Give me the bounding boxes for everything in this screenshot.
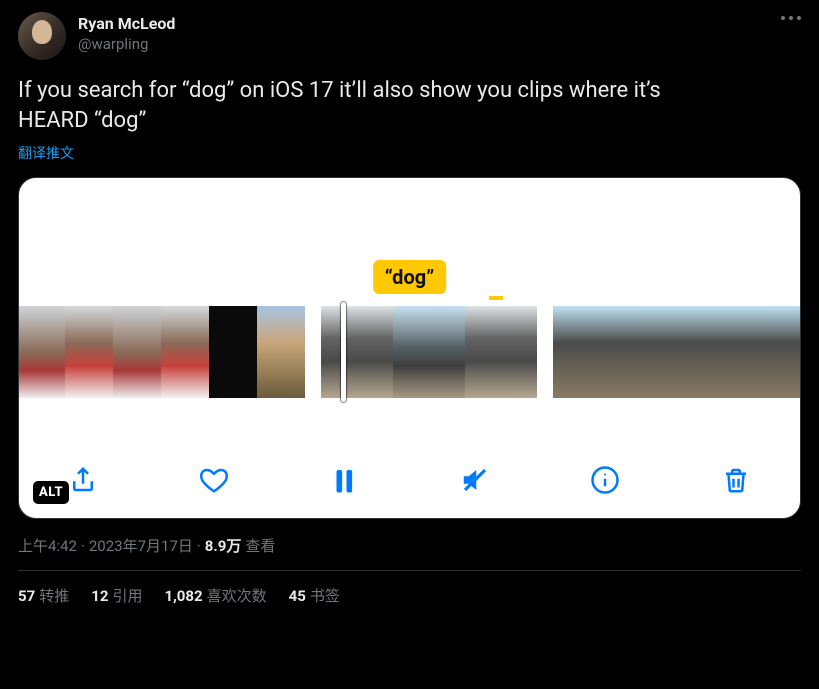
- caption-marker: [489, 296, 503, 300]
- timeline-frame: [161, 306, 209, 398]
- timeline-frame: [697, 306, 745, 398]
- pause-icon[interactable]: [328, 464, 360, 496]
- tweet-text: If you search for “dog” on iOS 17 it’ll …: [18, 76, 801, 135]
- stat-label: 引用: [112, 587, 142, 605]
- clip-group[interactable]: [321, 306, 537, 398]
- display-name: Ryan McLeod: [78, 14, 175, 35]
- timeline-frame: [257, 306, 305, 398]
- clip-group[interactable]: [553, 306, 801, 398]
- retweets-stat[interactable]: 57转推: [18, 585, 69, 606]
- avatar[interactable]: [18, 12, 66, 60]
- tweet-stats: 57转推 12引用 1,082 喜欢次数 45书签: [18, 585, 801, 606]
- stat-count: 57: [18, 587, 35, 605]
- trash-icon[interactable]: [720, 464, 752, 496]
- timeline-frame: [465, 306, 537, 398]
- media-toolbar: [19, 464, 800, 496]
- timeline-frame: [65, 306, 113, 398]
- likes-stat[interactable]: 1,082 喜欢次数: [164, 585, 266, 606]
- caption-chip: “dog”: [373, 260, 447, 294]
- timeline-frame: [649, 306, 697, 398]
- tweet-text-line: If you search for “dog” on iOS 17 it’ll …: [18, 78, 661, 103]
- timeline-frame: [209, 306, 257, 398]
- stat-label: 转推: [39, 587, 69, 605]
- tweet-container: Ryan McLeod @warpling If you search for …: [0, 0, 819, 618]
- timeline-frame: [321, 306, 393, 398]
- playhead[interactable]: [341, 302, 346, 402]
- stat-count: 12: [91, 587, 108, 605]
- media-card[interactable]: “dog”: [18, 177, 801, 519]
- stat-label: 书签: [310, 587, 340, 605]
- views-count: 8.9万: [205, 535, 242, 556]
- stat-label: 喜欢次数: [207, 587, 267, 605]
- separator: ·: [81, 537, 85, 555]
- tweet-meta: 上午4:42 · 2023年7月17日 · 8.9万 查看: [18, 535, 801, 556]
- timeline-frame: [393, 306, 465, 398]
- clip-group[interactable]: [18, 306, 305, 398]
- tweet-date[interactable]: 2023年7月17日: [89, 535, 193, 556]
- tweet-header: Ryan McLeod @warpling: [18, 12, 801, 60]
- timeline-frame: [18, 306, 65, 398]
- timeline-frame: [793, 306, 801, 398]
- heart-icon[interactable]: [198, 464, 230, 496]
- timeline-frame: [113, 306, 161, 398]
- handle: @warpling: [78, 35, 175, 55]
- stat-count: 1,082: [164, 587, 202, 605]
- more-icon[interactable]: [781, 16, 801, 20]
- views-label: 查看: [245, 535, 275, 556]
- timeline-frame: [745, 306, 793, 398]
- mute-icon[interactable]: [459, 464, 491, 496]
- author-names[interactable]: Ryan McLeod @warpling: [78, 12, 175, 54]
- video-timeline[interactable]: [19, 306, 800, 398]
- separator: ·: [197, 537, 201, 555]
- share-icon[interactable]: [67, 464, 99, 496]
- timeline-frame: [601, 306, 649, 398]
- stat-count: 45: [289, 587, 306, 605]
- translate-link[interactable]: 翻译推文: [18, 143, 801, 163]
- tweet-time[interactable]: 上午4:42: [18, 535, 77, 556]
- tweet-text-line: HEARD “dog”: [18, 108, 146, 133]
- info-icon[interactable]: [589, 464, 621, 496]
- timeline-frame: [553, 306, 601, 398]
- bookmarks-stat[interactable]: 45书签: [289, 585, 340, 606]
- alt-badge[interactable]: ALT: [33, 481, 69, 504]
- divider: [18, 570, 801, 571]
- quotes-stat[interactable]: 12引用: [91, 585, 142, 606]
